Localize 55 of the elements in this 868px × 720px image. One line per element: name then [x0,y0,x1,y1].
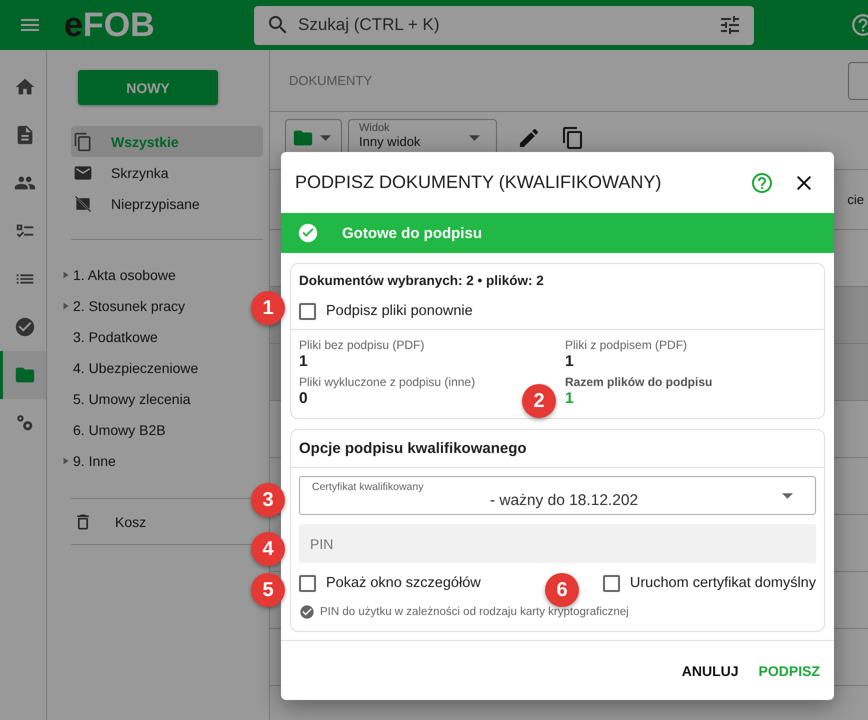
stat-label: Razem plików do podpisu [565,375,712,389]
expand-arrow-icon[interactable] [61,270,71,280]
checkbox[interactable]: Pokaż okno szczegółów [299,565,481,601]
folder-item[interactable]: 6. Umowy B2B [73,422,166,438]
stat-value: 1 [565,390,574,408]
app-logo: eFOB [64,6,156,44]
pencil-icon[interactable] [517,126,541,150]
crossed-out-square-icon [73,194,93,214]
stat-label: Pliki z podpisem (PDF) [565,338,688,352]
search-bar[interactable]: Szukaj (CTRL + K) [254,6,754,44]
nav-item[interactable]: Skrzynka [71,157,263,188]
expand-arrow-icon[interactable] [61,300,71,310]
pin-field[interactable]: PIN [299,524,816,563]
status-text: Gotowe do podpisu [342,224,482,242]
nav-item[interactable]: Nieprzypisane [71,188,263,219]
checkbox[interactable]: Podpisz pliki ponownie [299,293,816,329]
cancel-button[interactable]: ANULUJ [674,654,747,686]
caret-icon [469,135,480,141]
field-label: Widok [359,122,391,134]
summary-text: Dokumentów wybranych: 2 • plików: 2 [299,273,545,290]
help-icon[interactable] [750,170,774,194]
step-marker: 3 [251,483,285,517]
folder-item[interactable]: 1. Akta osobowe [73,266,176,282]
folder-item[interactable]: 9. Inne [73,452,116,468]
step-marker: 4 [251,532,285,566]
hint-text: PIN do użytku w zależności od rodzaju karty kryptograficznej [320,606,629,618]
step-marker: 5 [251,573,285,607]
folder-item[interactable]: 5. Umowy zlecenia [73,390,190,406]
caret-icon [320,135,331,141]
toolbar-button[interactable] [848,62,868,100]
check-circle-icon [297,222,319,244]
field-value: Inny widok [359,134,422,148]
stat-value: 1 [565,353,574,371]
stat-label: Pliki wykluczone z podpisu (inne) [299,375,476,389]
copy-icon [73,132,93,152]
caret-icon [782,492,793,498]
field-value: - ważny do 18.12.202 [488,492,640,510]
certificate-dropdown[interactable]: Certyfikat kwalifikowany - ważny do 18.12.202 [299,476,816,515]
search-field[interactable]: Szukaj (CTRL + K) [296,14,718,36]
filter-sliders-icon[interactable] [718,13,742,37]
copy-icon[interactable] [561,126,585,150]
folder-item[interactable]: 3. Podatkowe [73,328,158,344]
dialog-title: PODPISZ DOKUMENTY (KWALIFIKOWANY) [295,172,662,193]
field-label: Certyfikat kwalifikowany [312,482,424,493]
step-marker: 1 [251,291,285,325]
folder-item[interactable]: 4. Ubezpieczeniowe [73,360,198,376]
folder-item[interactable]: 2. Stosunek pracy [73,298,186,314]
stat-label: Pliki bez podpisu (PDF) [299,338,424,352]
column-header: cie [847,192,864,207]
page-title: DOKUMENTY [289,73,372,88]
stat-value: 1 [299,353,308,371]
checkbox[interactable]: Uruchom certyfikat domyślny [602,565,816,601]
section-title: Opcje podpisu kwalifikowanego [291,430,824,468]
expand-arrow-icon[interactable] [61,456,71,466]
stat-value: 0 [299,390,308,408]
